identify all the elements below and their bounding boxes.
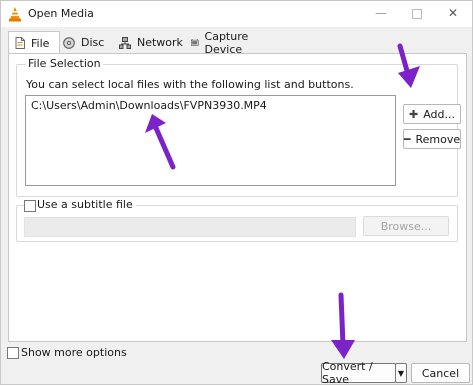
tab-disc-label: Disc — [81, 36, 105, 49]
dropdown-arrow-icon: ▼ — [397, 368, 405, 378]
file-selection-group: File Selection You can select local file… — [16, 57, 461, 197]
subtitle-path-field — [24, 217, 356, 237]
file-icon — [15, 37, 25, 49]
open-media-dialog: Open Media — ✕ File Disc Network Capture… — [0, 0, 473, 386]
browse-button: Browse... — [363, 216, 449, 236]
browse-button-label: Browse... — [380, 219, 432, 233]
tab-disc[interactable]: Disc — [63, 32, 104, 53]
disc-icon — [63, 36, 75, 49]
file-selection-legend: File Selection — [26, 57, 103, 70]
tab-capture-device-label: Capture Device — [204, 29, 249, 56]
vlc-cone-icon — [9, 7, 21, 22]
show-more-options-checkbox[interactable] — [7, 347, 19, 359]
tab-network[interactable]: Network — [119, 32, 183, 53]
convert-save-button[interactable]: Convert / Save — [321, 360, 396, 386]
plus-icon: ✚ — [408, 107, 419, 121]
tab-network-label: Network — [137, 36, 183, 49]
show-more-options-label: Show more options — [21, 346, 127, 359]
file-tab-panel: File Selection You can select local file… — [8, 53, 467, 342]
add-button-label: Add... — [423, 107, 455, 121]
cancel-button[interactable]: Cancel — [411, 363, 470, 383]
file-list[interactable]: C:\Users\Admin\Downloads\FVPN3930.MP4 — [25, 95, 396, 186]
subtitle-checkbox[interactable] — [24, 200, 36, 212]
file-list-item[interactable]: C:\Users\Admin\Downloads\FVPN3930.MP4 — [31, 99, 267, 112]
subtitle-checkbox-label: Use a subtitle file — [37, 198, 136, 211]
add-button[interactable]: ✚ Add... — [403, 104, 461, 124]
tab-capture-device[interactable]: Capture Device — [191, 29, 254, 56]
network-icon — [119, 36, 131, 49]
window-title: Open Media — [28, 7, 94, 20]
cancel-button-label: Cancel — [421, 366, 460, 380]
subtitle-group: Use a subtitle file Browse... — [16, 198, 458, 242]
remove-button-label: Remove — [415, 132, 461, 146]
remove-button[interactable]: ━ Remove — [403, 129, 461, 149]
close-button[interactable]: ✕ — [435, 1, 471, 27]
convert-save-label: Convert / Save — [322, 360, 373, 386]
file-selection-hint: You can select local files with the foll… — [26, 78, 354, 91]
convert-save-dropdown[interactable]: ▼ — [395, 363, 407, 383]
minimize-button[interactable]: — — [363, 1, 399, 27]
maximize-button[interactable] — [399, 1, 435, 27]
tab-file-label: File — [31, 36, 50, 50]
tab-file[interactable]: File — [8, 31, 60, 54]
minus-icon: ━ — [403, 132, 411, 146]
maximize-icon — [412, 9, 422, 19]
title-bar: Open Media — ✕ — [1, 1, 472, 27]
capture-device-icon — [191, 39, 199, 46]
